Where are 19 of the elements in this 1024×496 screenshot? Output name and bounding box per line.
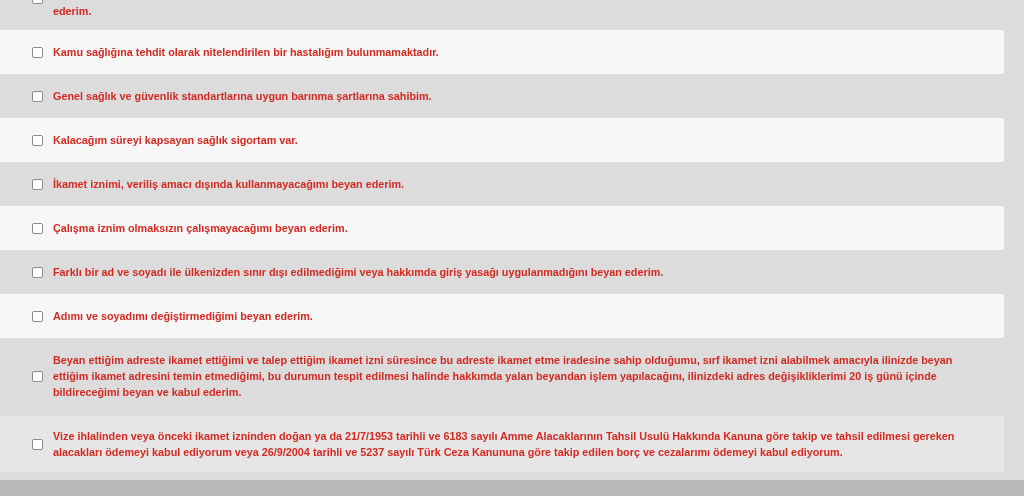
checkbox[interactable] xyxy=(32,134,43,146)
declaration-text: Kamu sağlığına tehdit olarak nitelendirilen bir hastalığım bulunmamaktadır. xyxy=(53,45,439,60)
checkbox[interactable] xyxy=(32,90,43,102)
declaration-text: Kalacağım süreyi kapsayan sağlık sigortam var. xyxy=(53,133,298,148)
checkbox[interactable] xyxy=(32,178,43,190)
declaration-text: İkamet iznimi, veriliş amacı dışında kullanmayacağımı beyan ederim. xyxy=(53,177,405,192)
checkbox[interactable] xyxy=(32,438,43,450)
declaration-text: ederim. xyxy=(53,4,92,19)
checkbox[interactable] xyxy=(32,222,43,234)
checkbox[interactable] xyxy=(32,46,43,58)
declaration-text: Çalışma iznim olmaksızın çalışmayacağımı beyan ederim. xyxy=(53,221,348,236)
checkbox[interactable] xyxy=(32,266,43,278)
checkbox[interactable] xyxy=(32,370,43,382)
declaration-text: Vize ihlalinden veya önceki ikamet izninden doğan ya da 21/7/1953 tarihli ve 6183 sayılı Amme Alacaklarının Tahsil Usulü Hakkında Kanuna göre takip ve tahsil edilmesi gereken alacakları ödemeyi kabul ediyorum veya 26/9/2004 tarihli ve 5237 sayılı Türk Ceza Kanununa göre takip edilen borç ve cezalarımı ödemeyi kabul ediyorum. xyxy=(53,429,956,460)
declaration-text: Adımı ve soyadımı değiştirmediğimi beyan ederim. xyxy=(53,309,313,324)
declaration-text: Genel sağlık ve güvenlik standartlarına uygun barınma şartlarına sahibim. xyxy=(53,89,432,104)
declaration-text: Farklı bir ad ve soyadı ile ülkenizden sınır dışı edilmediğimi veya hakkımda giriş yasağı uygulanmadığını beyan ederim. xyxy=(53,265,664,280)
declaration-text: Beyan ettiğim adreste ikamet ettiğimi ve talep ettiğim ikamet izni süresince bu adreste ikamet etme iradesine sahip olduğumu, sırf ikamet izni alabilmek amacıyla ilinizde beyan ettiğim ikamet adresini temin etmediğimi, bu durumun tespit edilmesi halinde hakkımda yalan beyandan işlem yapılacağını, ilinizdeki adres değişikliklerimi 20 iş günü içinde bildireceğimi beyan ve kabul ederim. xyxy=(53,353,954,400)
checkbox[interactable] xyxy=(32,310,43,322)
